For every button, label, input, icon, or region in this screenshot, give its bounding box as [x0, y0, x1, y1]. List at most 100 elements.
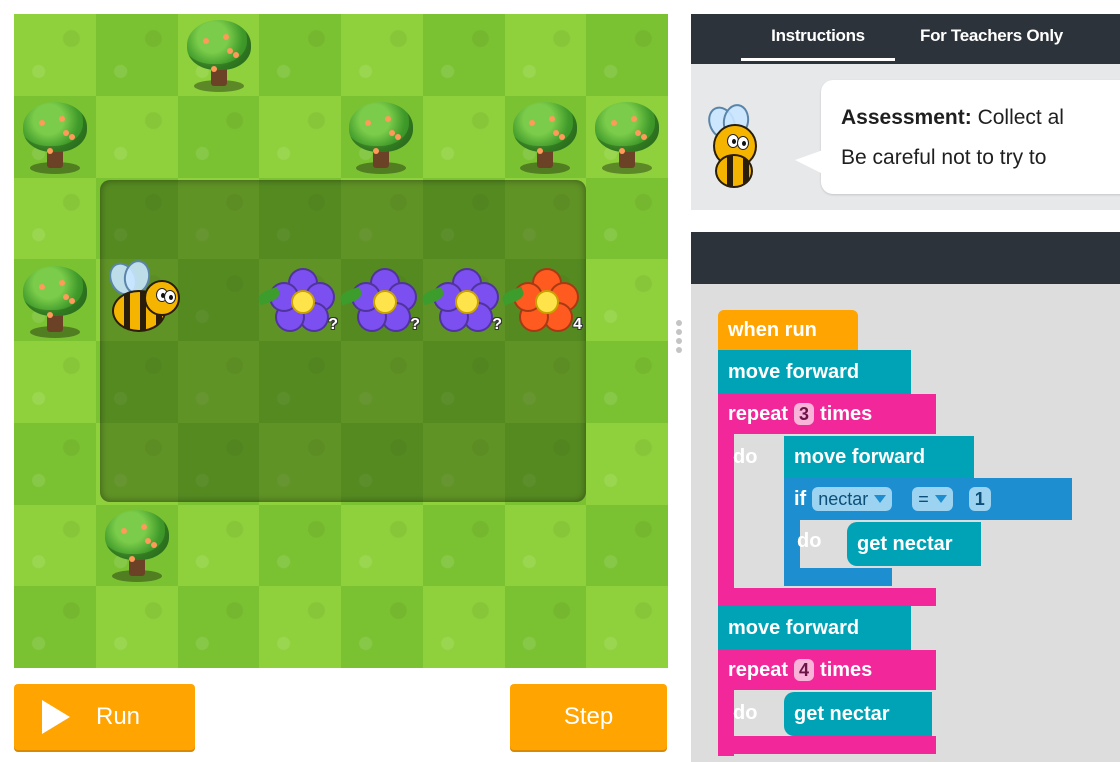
do-label: do [797, 530, 822, 552]
board-tile [504, 586, 587, 668]
move-forward-label: move forward [794, 445, 926, 468]
board-tile [259, 259, 341, 341]
board-tile [177, 341, 260, 423]
bee-avatar-icon [703, 102, 775, 194]
move-forward-block[interactable]: move forward [784, 436, 974, 478]
blocks-workspace[interactable]: when run move forward repeat 3 times do … [691, 284, 1120, 762]
instruction-bubble: Assessment: Collect al Be careful not to… [795, 80, 1120, 194]
board-tile [586, 422, 668, 505]
repeat-count-field[interactable]: 4 [794, 659, 815, 681]
tab-for-teachers-only[interactable]: For Teachers Only [920, 14, 1063, 64]
tab-instructions[interactable]: Instructions [741, 14, 895, 64]
board-tile [504, 259, 587, 341]
board-tile [341, 259, 423, 341]
board-tile [14, 14, 96, 96]
board-tile [177, 586, 260, 668]
value-field[interactable]: 1 [968, 487, 991, 511]
when-run-label: when run [728, 318, 817, 341]
when-run-block[interactable]: when run [718, 310, 858, 350]
board-tile [95, 422, 178, 505]
board-tile [14, 504, 96, 587]
times-label: times [820, 658, 873, 681]
board-tile [586, 504, 668, 587]
board-tile [14, 422, 96, 505]
board-tile [341, 95, 423, 178]
board-tile [341, 14, 423, 96]
board-tile [504, 341, 587, 423]
board-tile [504, 14, 587, 96]
board-tile [95, 504, 178, 587]
board-tile [586, 341, 668, 423]
board-tile [341, 586, 423, 668]
move-forward-block[interactable]: move forward [718, 350, 911, 394]
board-tile [422, 14, 505, 96]
step-button[interactable]: Step [510, 684, 667, 750]
board-tile [177, 95, 260, 178]
board-tile [341, 504, 423, 587]
instruction-heading: Assessment: [841, 106, 972, 129]
board-tile [259, 177, 341, 260]
maze-board [14, 14, 668, 668]
board-tile [95, 259, 178, 341]
repeat-label: repeat [728, 402, 789, 425]
board-tile [341, 177, 423, 260]
board-tile [95, 341, 178, 423]
board-tile [504, 177, 587, 260]
board-tile [422, 95, 505, 178]
board-tile [586, 177, 668, 260]
repeat-block[interactable]: repeat 4 times [718, 650, 936, 690]
tab-bar: Instructions For Teachers Only [691, 14, 1120, 64]
operator-dropdown[interactable]: = [912, 487, 953, 511]
get-nectar-label: get nectar [857, 532, 953, 555]
do-label: do [733, 446, 758, 468]
board-tile [422, 504, 505, 587]
repeat-block[interactable]: repeat 3 times [718, 394, 936, 434]
board-tile [14, 95, 96, 178]
operator-dropdown-value: = [918, 488, 929, 509]
board-tile [177, 504, 260, 587]
board-tile [95, 95, 178, 178]
repeat-block-bottom [718, 736, 936, 754]
variable-dropdown-value: nectar [818, 488, 869, 509]
board-tile [504, 504, 587, 587]
board-tile [504, 95, 587, 178]
workspace-header [691, 232, 1120, 284]
board-tile [504, 422, 587, 505]
move-forward-label: move forward [728, 616, 860, 639]
move-forward-block[interactable]: move forward [718, 606, 911, 650]
board-tile [14, 177, 96, 260]
board-tile [259, 586, 341, 668]
repeat-label: repeat [728, 658, 789, 681]
get-nectar-block[interactable]: get nectar [784, 692, 932, 736]
chevron-down-icon [874, 495, 887, 503]
board-tile [341, 341, 423, 423]
move-forward-label: move forward [728, 360, 860, 383]
instruction-line-1: Assessment: Collect al [841, 106, 1064, 130]
if-label: if [794, 487, 807, 510]
board-tile [177, 14, 260, 96]
board-tile [259, 504, 341, 587]
board-tile [14, 259, 96, 341]
board-tile [14, 341, 96, 423]
board-tile [177, 259, 260, 341]
run-button[interactable]: Run [14, 684, 195, 750]
repeat-count-field[interactable]: 3 [794, 403, 815, 425]
board-tile [259, 341, 341, 423]
step-button-label: Step [563, 703, 614, 730]
if-block[interactable]: if nectar = 1 [784, 478, 1072, 520]
board-tile [422, 341, 505, 423]
instruction-text-1: Collect al [971, 106, 1064, 129]
do-label: do [733, 702, 758, 724]
board-tile [586, 95, 668, 178]
if-block-bottom [784, 568, 892, 586]
panel-resize-handle[interactable] [676, 320, 682, 360]
board-tile [341, 422, 423, 505]
instructions-panel: Assessment: Collect al Be careful not to… [691, 64, 1120, 210]
board-tile [422, 586, 505, 668]
board-tile [586, 586, 668, 668]
board-tile [586, 259, 668, 341]
play-icon [42, 700, 70, 734]
variable-dropdown[interactable]: nectar [812, 487, 893, 511]
board-tile [259, 14, 341, 96]
get-nectar-block[interactable]: get nectar [847, 522, 981, 566]
